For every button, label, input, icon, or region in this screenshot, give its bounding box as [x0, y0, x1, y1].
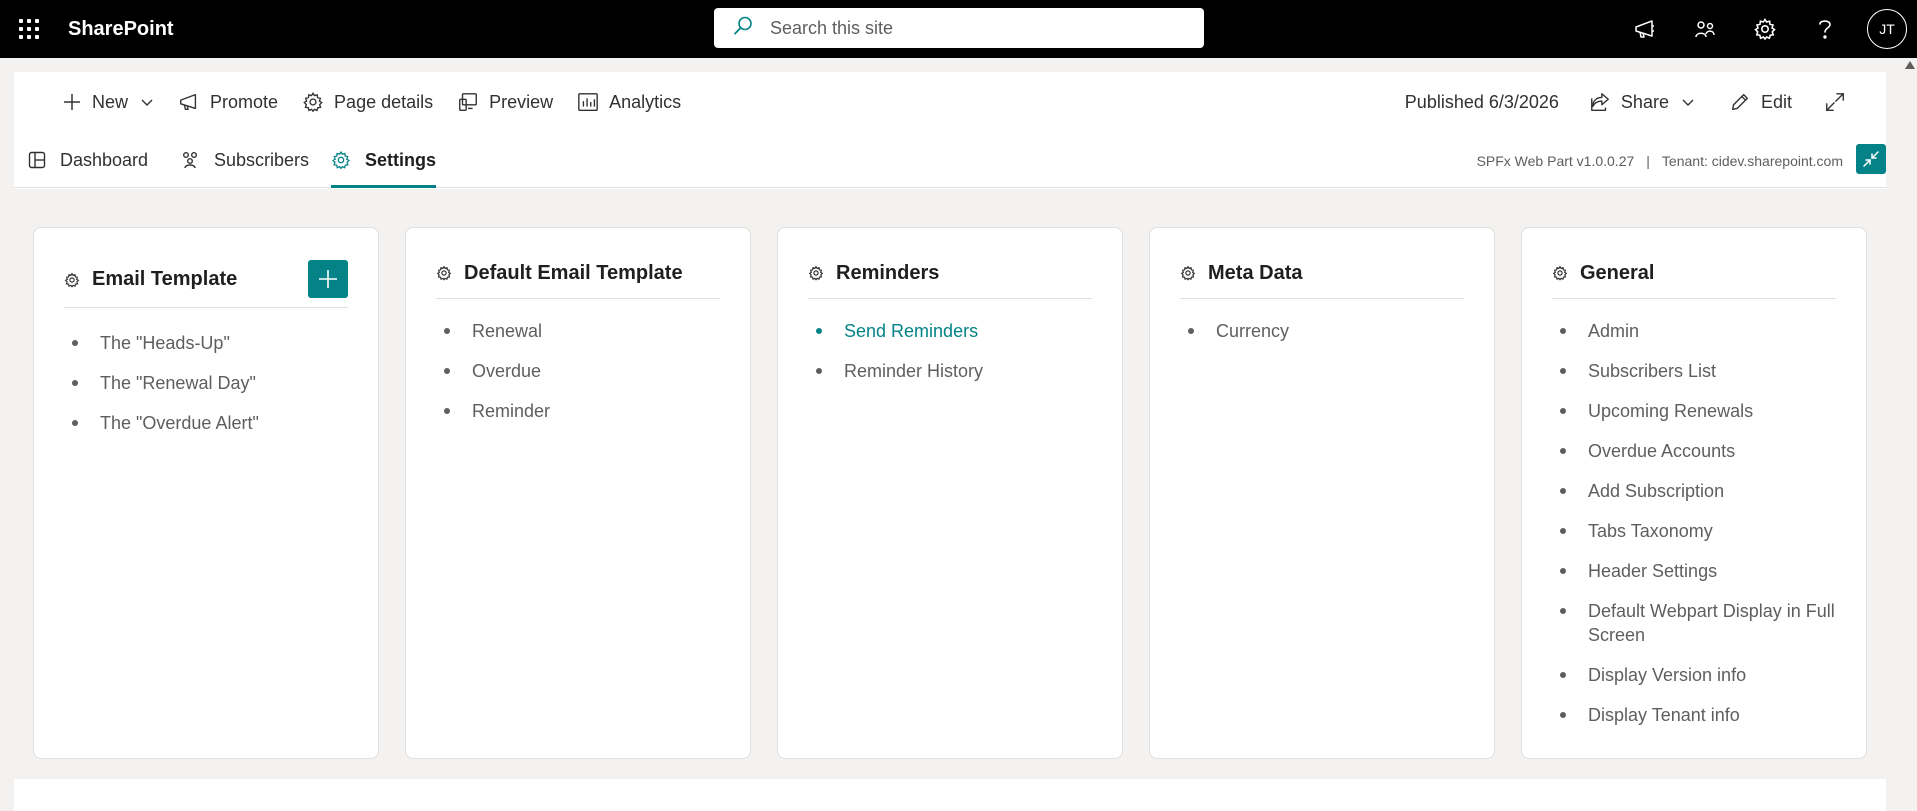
suite-bar: SharePoint Search this site JT [0, 0, 1917, 58]
edit-label: Edit [1760, 91, 1792, 112]
list-item[interactable]: Renewal [436, 319, 726, 343]
card-header: Reminders [808, 252, 1092, 299]
search-icon [732, 15, 754, 42]
preview-icon [459, 93, 478, 111]
settings-area: Email Template The "Heads-Up" The "Renew… [14, 189, 1886, 779]
gear-icon [332, 150, 350, 170]
list-item[interactable]: Add Subscription [1552, 479, 1842, 503]
exit-fullscreen-button[interactable] [1856, 144, 1886, 174]
card-default-email-template: Default Email Template Renewal Overdue R… [405, 227, 751, 759]
help-icon[interactable] [1795, 0, 1855, 58]
tab-subscribers-label: Subscribers [214, 149, 310, 170]
list-item[interactable]: The "Heads-Up" [64, 331, 354, 355]
card-general: General Admin Subscribers List Upcoming … [1521, 227, 1867, 759]
add-template-button[interactable] [308, 260, 348, 298]
chevron-down-icon [141, 99, 153, 106]
plus-icon [64, 94, 80, 110]
plus-icon [319, 270, 337, 288]
promote-label: Promote [210, 91, 279, 112]
list-item[interactable]: Upcoming Renewals [1552, 399, 1842, 423]
analytics-label: Analytics [609, 91, 682, 112]
dashboard-icon [28, 151, 46, 169]
teams-chat-icon[interactable] [1675, 0, 1735, 58]
card-title: Email Template [92, 268, 238, 290]
list-item[interactable]: Admin [1552, 319, 1842, 343]
gear-icon [64, 272, 80, 288]
info-separator: | [1646, 153, 1650, 169]
megaphone-icon[interactable] [1615, 0, 1675, 58]
promote-button[interactable]: Promote [166, 82, 290, 122]
list-item[interactable]: Tabs Taxonomy [1552, 519, 1842, 543]
tab-subscribers[interactable]: Subscribers [180, 132, 309, 188]
card-header: General [1552, 252, 1836, 299]
published-status: Published 6/3/2026 [1404, 91, 1559, 112]
page-container: New Promote Page details Preview Analyti… [14, 72, 1886, 811]
tenant-info: Tenant: cidev.sharepoint.com [1661, 153, 1843, 169]
gear-icon [303, 92, 323, 113]
list-item[interactable]: The "Renewal Day" [64, 371, 354, 395]
tab-settings-label: Settings [365, 149, 437, 170]
list-item[interactable]: Display Tenant info [1552, 703, 1842, 727]
list-item-active[interactable]: Send Reminders [808, 319, 1098, 343]
card-reminders: Reminders Send Reminders Reminder Histor… [777, 227, 1123, 759]
preview-label: Preview [489, 91, 554, 112]
people-icon [183, 152, 197, 169]
card-title: Meta Data [1208, 261, 1303, 284]
share-button[interactable]: Share [1577, 82, 1707, 122]
card-header: Default Email Template [436, 252, 720, 299]
analytics-button[interactable]: Analytics [565, 82, 693, 122]
list-item[interactable]: Subscribers List [1552, 359, 1842, 383]
edit-button[interactable]: Edit [1717, 82, 1804, 122]
settings-gear-icon[interactable] [1735, 0, 1795, 58]
search-box[interactable]: Search this site [714, 8, 1204, 48]
gear-icon [1180, 265, 1196, 281]
card-title: Reminders [836, 261, 940, 284]
chevron-down-icon [1682, 99, 1694, 106]
version-info: SPFx Web Part v1.0.0.27 [1476, 153, 1635, 169]
version-tenant-info: SPFx Web Part v1.0.0.27 | Tenant: cidev.sh… [1477, 153, 1843, 169]
tab-dashboard[interactable]: Dashboard [28, 132, 148, 188]
analytics-icon [578, 93, 599, 111]
new-button[interactable]: New [50, 82, 166, 122]
pencil-icon [1731, 93, 1748, 111]
gear-icon [1552, 265, 1568, 281]
list-item[interactable]: Default Webpart Display in Full Screen [1552, 599, 1842, 647]
share-label: Share [1620, 91, 1669, 112]
card-title: General [1580, 261, 1655, 284]
collapse-icon [1863, 151, 1879, 167]
card-email-template: Email Template The "Heads-Up" The "Renew… [33, 227, 379, 759]
card-meta-data: Meta Data Currency [1149, 227, 1495, 759]
list-item[interactable]: Display Version info [1552, 663, 1842, 687]
list-item[interactable]: Header Settings [1552, 559, 1842, 583]
list-item[interactable]: Reminder [436, 399, 726, 423]
tab-settings[interactable]: Settings [331, 132, 437, 188]
app-launcher-icon[interactable] [0, 0, 58, 58]
card-title: Default Email Template [464, 261, 683, 284]
command-bar: New Promote Page details Preview Analyti… [14, 72, 1886, 132]
expand-icon [1826, 93, 1844, 111]
share-icon [1590, 93, 1609, 111]
avatar[interactable]: JT [1867, 9, 1907, 49]
search-input[interactable]: Search this site [770, 18, 893, 39]
gear-icon [436, 265, 452, 281]
expand-button[interactable] [1812, 82, 1868, 122]
app-name[interactable]: SharePoint [68, 18, 174, 41]
list-item[interactable]: Currency [1180, 319, 1470, 343]
tab-dashboard-label: Dashboard [60, 149, 149, 170]
tab-bar: Dashboard Subscribers Settings SPFx Web … [14, 132, 1886, 188]
gear-icon [808, 265, 824, 281]
new-label: New [92, 91, 129, 112]
megaphone-icon [180, 93, 197, 111]
list-item[interactable]: Overdue Accounts [1552, 439, 1842, 463]
card-header: Meta Data [1180, 252, 1464, 299]
scrollbar-up-arrow[interactable] [1903, 58, 1917, 72]
card-header: Email Template [64, 252, 348, 308]
preview-button[interactable]: Preview [445, 82, 565, 122]
list-item[interactable]: Reminder History [808, 359, 1098, 383]
list-item[interactable]: Overdue [436, 359, 726, 383]
list-item[interactable]: The "Overdue Alert" [64, 411, 354, 435]
page-details-label: Page details [334, 91, 434, 112]
page-details-button[interactable]: Page details [290, 82, 445, 122]
